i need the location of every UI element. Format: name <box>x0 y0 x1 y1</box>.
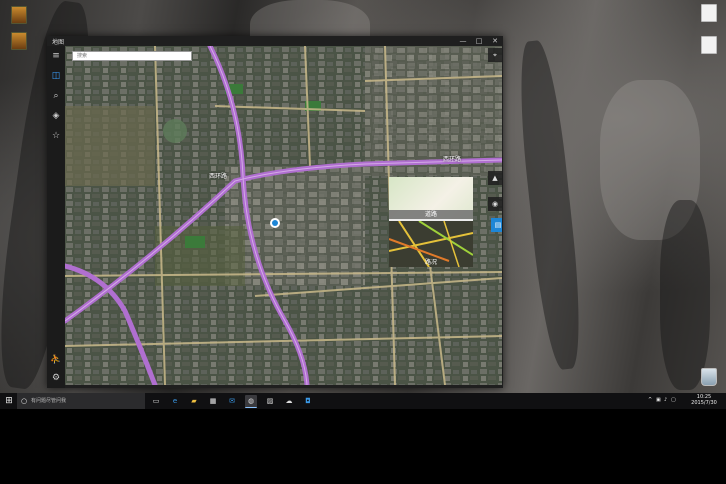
store-icon[interactable]: ▦ <box>207 395 219 407</box>
desktop-icon-right-1[interactable] <box>694 4 724 24</box>
search-input[interactable] <box>72 51 192 61</box>
file-explorer-icon[interactable]: ▰ <box>188 395 200 407</box>
notification-icon[interactable]: ▢ <box>671 397 676 403</box>
taskbar: ⊞ ○ 有问题尽管问我 ▭ e ▰ ▦ ✉ ◍ ▨ ☁ ◘ ^ ▣ ♪ ▢ 10… <box>0 393 726 409</box>
directions-icon[interactable]: ◈ <box>47 108 65 124</box>
road-label: 西环路 <box>209 173 228 180</box>
app-shortcut-icon <box>11 32 27 50</box>
recycle-bin[interactable] <box>694 368 724 388</box>
window-title: 地图 <box>52 39 65 46</box>
favorites-icon[interactable]: ☆ <box>47 128 65 144</box>
close-button[interactable]: ✕ <box>487 36 503 46</box>
rock-shadow <box>660 200 710 390</box>
recycle-bin-icon <box>701 368 717 386</box>
map-layers-panel: 道路 路况 <box>389 177 473 267</box>
document-icon <box>701 4 717 22</box>
app-icon[interactable]: ◘ <box>302 395 314 407</box>
locate-icon[interactable]: ◉ <box>488 197 502 211</box>
volume-icon[interactable]: ♪ <box>664 397 667 403</box>
minimize-button[interactable]: — <box>455 36 471 46</box>
system-tray: ^ ▣ ♪ ▢ <box>648 393 678 409</box>
road-label: 西环路 <box>443 156 462 163</box>
tilt-icon[interactable]: ▲ <box>488 171 502 185</box>
maximize-button[interactable]: □ <box>471 36 487 46</box>
clock-date: 2015/7/30 <box>691 400 717 406</box>
app-shortcut-icon <box>11 6 27 24</box>
edge-icon[interactable]: e <box>169 395 181 407</box>
photos-icon[interactable]: ▨ <box>264 395 276 407</box>
layers-icon[interactable]: ▤ <box>491 218 502 232</box>
maps-window: 地图 — □ ✕ ≡ ◫ ⌕ ◈ ☆ ⛹ ⚙ 西环路 西环路 搜索 ⌖ ▲ ◉ … <box>47 36 503 388</box>
cortana-search-box[interactable]: ○ 有问题尽管问我 <box>17 393 145 409</box>
cortana-icon: ○ <box>21 397 28 405</box>
search-icon[interactable]: ⌕ <box>47 88 65 104</box>
traffic-layer-option[interactable]: 路况 <box>389 221 473 267</box>
settings-icon[interactable]: ⚙ <box>47 370 65 386</box>
maps-app-icon[interactable]: ◍ <box>245 395 257 408</box>
clock[interactable]: 10:25 2015/7/30 <box>686 394 722 406</box>
person-icon[interactable]: ⛹ <box>47 352 65 368</box>
cortana-placeholder: 有问题尽管问我 <box>31 398 67 404</box>
weather-icon[interactable]: ☁ <box>283 395 295 407</box>
traffic-layer-label: 路况 <box>424 259 437 266</box>
map-icon[interactable]: ◫ <box>47 68 65 84</box>
road-layer-label: 道路 <box>389 210 473 219</box>
sidebar: ≡ ◫ ⌕ ◈ ☆ ⛹ ⚙ <box>47 46 65 388</box>
desktop-icon-right-2[interactable] <box>694 36 724 56</box>
start-button[interactable]: ⊞ <box>2 393 16 409</box>
chevron-up-icon[interactable]: ^ <box>648 397 652 403</box>
desktop-icon-left-2[interactable] <box>4 32 34 52</box>
document-icon <box>701 36 717 54</box>
mail-icon[interactable]: ✉ <box>226 395 238 407</box>
map-view[interactable]: 西环路 西环路 ⌖ ▲ ◉ ▤ 道路 路况 <box>65 46 502 385</box>
road-layer-option[interactable]: 道路 <box>389 177 473 219</box>
hamburger-icon[interactable]: ≡ <box>47 48 65 64</box>
task-view-icon[interactable]: ▭ <box>150 395 162 407</box>
title-bar[interactable]: 地图 — □ ✕ <box>47 36 503 46</box>
compass-icon[interactable]: ⌖ <box>488 48 502 62</box>
desktop-icon-left-1[interactable] <box>4 6 34 26</box>
network-icon[interactable]: ▣ <box>656 397 661 403</box>
rock-shadow <box>512 38 588 372</box>
